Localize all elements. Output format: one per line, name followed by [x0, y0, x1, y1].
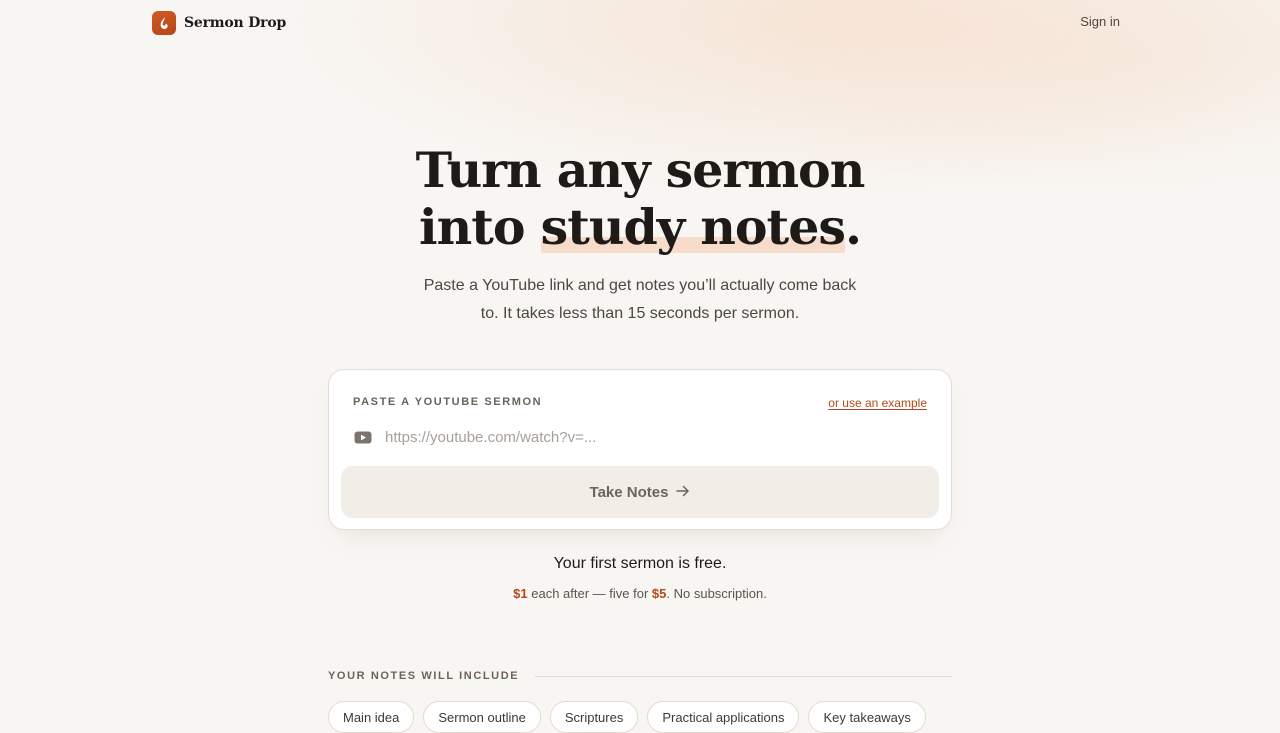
youtube-input-card: PASTE A YOUTUBE SERMON or use an example…	[328, 369, 952, 530]
chip-main-idea: Main idea	[328, 701, 415, 733]
hero-title: Turn any sermon into study notes.	[0, 142, 1280, 256]
youtube-icon	[353, 430, 373, 444]
hero-title-period: .	[844, 198, 862, 256]
free-sermon-text: Your first sermon is free.	[553, 555, 727, 572]
chip-sermon-outline: Sermon outline	[423, 701, 541, 733]
price-single: $1	[513, 586, 528, 601]
arrow-right-icon	[676, 484, 690, 501]
hero-subtitle: Paste a YouTube link and get notes you’l…	[423, 277, 857, 322]
sign-in-link[interactable]: Sign in	[1080, 14, 1120, 29]
price-bundle: $5	[651, 586, 667, 601]
pricing-no-subscription: . No subscription.	[666, 586, 767, 601]
use-example-link[interactable]: or use an example	[828, 396, 927, 410]
chip-key-takeaways: Key takeaways	[808, 701, 926, 733]
brand-name: Sermon Drop	[184, 15, 287, 31]
hero-title-line1: Turn any sermon	[415, 141, 866, 199]
flame-logo-icon	[152, 11, 176, 35]
take-notes-label: Take Notes	[589, 483, 669, 501]
youtube-url-input[interactable]	[385, 428, 929, 446]
pricing-text: $1 each after — five for $5. No subscrip…	[0, 586, 1280, 601]
includes-label: YOUR NOTES WILL INCLUDE	[328, 670, 520, 682]
chip-scriptures: Scriptures	[549, 701, 639, 733]
background-glow	[0, 0, 1280, 720]
hero-title-highlight: study notes	[540, 198, 846, 256]
input-card-label: PASTE A YOUTUBE SERMON	[353, 396, 543, 408]
pricing-each-after: each after — five for	[527, 586, 652, 601]
hero-title-line2-prefix: into	[418, 198, 541, 256]
includes-chip-list: Main idea Sermon outline Scriptures Prac…	[328, 701, 926, 733]
includes-header: YOUR NOTES WILL INCLUDE	[328, 669, 952, 683]
chip-practical-applications: Practical applications	[647, 701, 800, 733]
take-notes-button[interactable]: Take Notes	[341, 466, 939, 518]
top-nav: Sermon Drop Sign in	[0, 0, 1280, 46]
url-input-row	[353, 426, 929, 448]
brand-home-link[interactable]: Sermon Drop	[152, 11, 286, 35]
includes-divider	[535, 675, 952, 677]
